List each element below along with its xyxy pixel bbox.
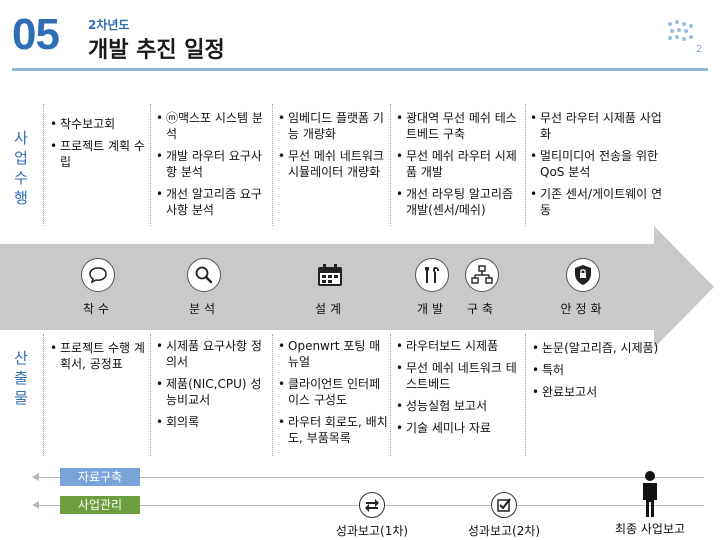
- arrow-left-icon: [32, 501, 39, 509]
- list-item: 무선 라우터 시제품 사업화: [530, 110, 670, 142]
- column-divider: [390, 334, 391, 456]
- list-item: 제품(NIC,CPU) 성능비교서: [156, 376, 268, 408]
- list-item: 라우터 회로도, 배치도, 부품목록: [278, 414, 388, 446]
- person-icon: [639, 470, 661, 518]
- list-item: 논문(알고리즘, 시제품): [532, 340, 662, 356]
- stage-start: 착수: [66, 258, 130, 317]
- exchange-arrows-icon: [359, 492, 385, 518]
- column-divider: [150, 104, 151, 226]
- stage-label: 착수: [82, 302, 114, 316]
- output-column-1: 프로젝트 수행 계획서, 공정표: [50, 340, 148, 378]
- list-item: Openwrt 포팅 매뉴얼: [278, 338, 388, 370]
- section-subtitle: 2차년도: [88, 18, 130, 32]
- list-item: 무선 메쉬 라우터 시제품 개발: [396, 148, 520, 180]
- column-divider: [390, 104, 391, 226]
- milestone-label: 성과보고(1차): [335, 524, 409, 538]
- tools-icon: [415, 258, 449, 292]
- list-item: 무선 메쉬 네트워크 시뮬레이터 개량화: [278, 148, 388, 180]
- column-divider: [525, 104, 526, 226]
- column-divider: [43, 104, 44, 226]
- checkbox-icon: [491, 492, 517, 518]
- business-column-3: 임베디드 플랫폼 기능 개량화 무선 메쉬 네트워크 시뮬레이터 개량화: [278, 110, 388, 186]
- tag-project-management: 사업관리: [60, 496, 140, 514]
- section-number: 05: [12, 10, 60, 59]
- magnifier-icon: [187, 258, 221, 292]
- list-item: 성능실험 보고서: [396, 398, 522, 414]
- output-column-2: 시제품 요구사항 정의서 제품(NIC,CPU) 성능비교서 회의록: [156, 338, 268, 436]
- header-divider: [12, 68, 708, 71]
- list-item: 회의록: [156, 414, 268, 430]
- speech-bubble-icon: [81, 258, 115, 292]
- dots-logo-icon: [668, 20, 694, 46]
- list-item: 클라이언트 인터페이스 구성도: [278, 376, 388, 408]
- page-number: 2: [696, 44, 703, 55]
- stage-label: 구축: [466, 302, 498, 316]
- list-item: 라우터보드 시제품: [396, 338, 522, 354]
- calendar-icon: [313, 258, 347, 292]
- output-column-5: 논문(알고리즘, 시제품) 특허 완료보고서: [532, 340, 662, 406]
- business-column-1: 착수보고회 프로젝트 계획 수립: [50, 116, 148, 176]
- milestone-report-2: 성과보고(2차): [454, 492, 554, 539]
- column-divider: [272, 104, 273, 226]
- shield-icon: [566, 258, 600, 292]
- stage-label: 설계: [314, 302, 346, 316]
- list-item: ⓜ맥스포 시스템 분석: [156, 110, 268, 142]
- list-item: 무선 메쉬 네트워크 테스트베드: [396, 360, 522, 392]
- list-item: 광대역 무선 메쉬 테스트베드 구축: [396, 110, 520, 142]
- stage-label: 분석: [188, 302, 220, 316]
- list-item: 기술 세미나 자료: [396, 420, 522, 436]
- list-item: 시제품 요구사항 정의서: [156, 338, 268, 370]
- milestone-label: 성과보고(2차): [467, 524, 541, 538]
- column-divider: [272, 334, 273, 456]
- list-item: 완료보고서: [532, 384, 662, 400]
- column-divider: [525, 334, 526, 456]
- milestone-final-report: 최종 사업보고: [600, 470, 700, 537]
- column-divider: [43, 334, 44, 456]
- arrow-left-icon: [32, 473, 39, 481]
- business-column-2: ⓜ맥스포 시스템 분석 개발 라우터 요구사항 분석 개선 알고리즘 요구사항 …: [156, 110, 268, 224]
- list-item: 프로젝트 수행 계획서, 공정표: [50, 340, 148, 372]
- business-column-4: 광대역 무선 메쉬 테스트베드 구축 무선 메쉬 라우터 시제품 개발 개선 라…: [396, 110, 520, 224]
- list-item: 기존 센서/게이트웨이 연동: [530, 186, 670, 218]
- list-item: 개발 라우터 요구사항 분석: [156, 148, 268, 180]
- list-item: 임베디드 플랫폼 기능 개량화: [278, 110, 388, 142]
- output-column-4: 라우터보드 시제품 무선 메쉬 네트워크 테스트베드 성능실험 보고서 기술 세…: [396, 338, 522, 442]
- hierarchy-icon: [465, 258, 499, 292]
- side-label-output: 산 출 물: [14, 349, 28, 407]
- list-item: 착수보고회: [50, 116, 148, 132]
- list-item: 개선 라우팅 알고리즘 개발(센서/메쉬): [396, 186, 520, 218]
- business-column-5: 무선 라우터 시제품 사업화 멀티미디어 전송을 위한 QoS 분석 기존 센서…: [530, 110, 670, 224]
- output-column-3: Openwrt 포팅 매뉴얼 클라이언트 인터페이스 구성도 라우터 회로도, …: [278, 338, 388, 452]
- column-divider: [150, 334, 151, 456]
- milestone-label: 최종 사업보고: [614, 522, 686, 536]
- list-item: 멀티미디어 전송을 위한 QoS 분석: [530, 148, 670, 180]
- stage-label: 안정화: [560, 302, 606, 316]
- milestone-report-1: 성과보고(1차): [322, 492, 422, 539]
- tag-data-build: 자료구축: [60, 468, 140, 486]
- list-item: 개선 알고리즘 요구사항 분석: [156, 186, 268, 218]
- stage-stabilization: 안정화: [546, 258, 620, 317]
- page-title: 개발 추진 일정: [88, 38, 225, 63]
- list-item: 프로젝트 계획 수립: [50, 138, 148, 170]
- stage-build: 구축: [450, 258, 514, 317]
- list-item: 특허: [532, 362, 662, 378]
- side-label-business: 사 업 수 행: [14, 129, 28, 207]
- stage-analysis: 분석: [172, 258, 236, 317]
- stage-design: 설계: [298, 258, 362, 317]
